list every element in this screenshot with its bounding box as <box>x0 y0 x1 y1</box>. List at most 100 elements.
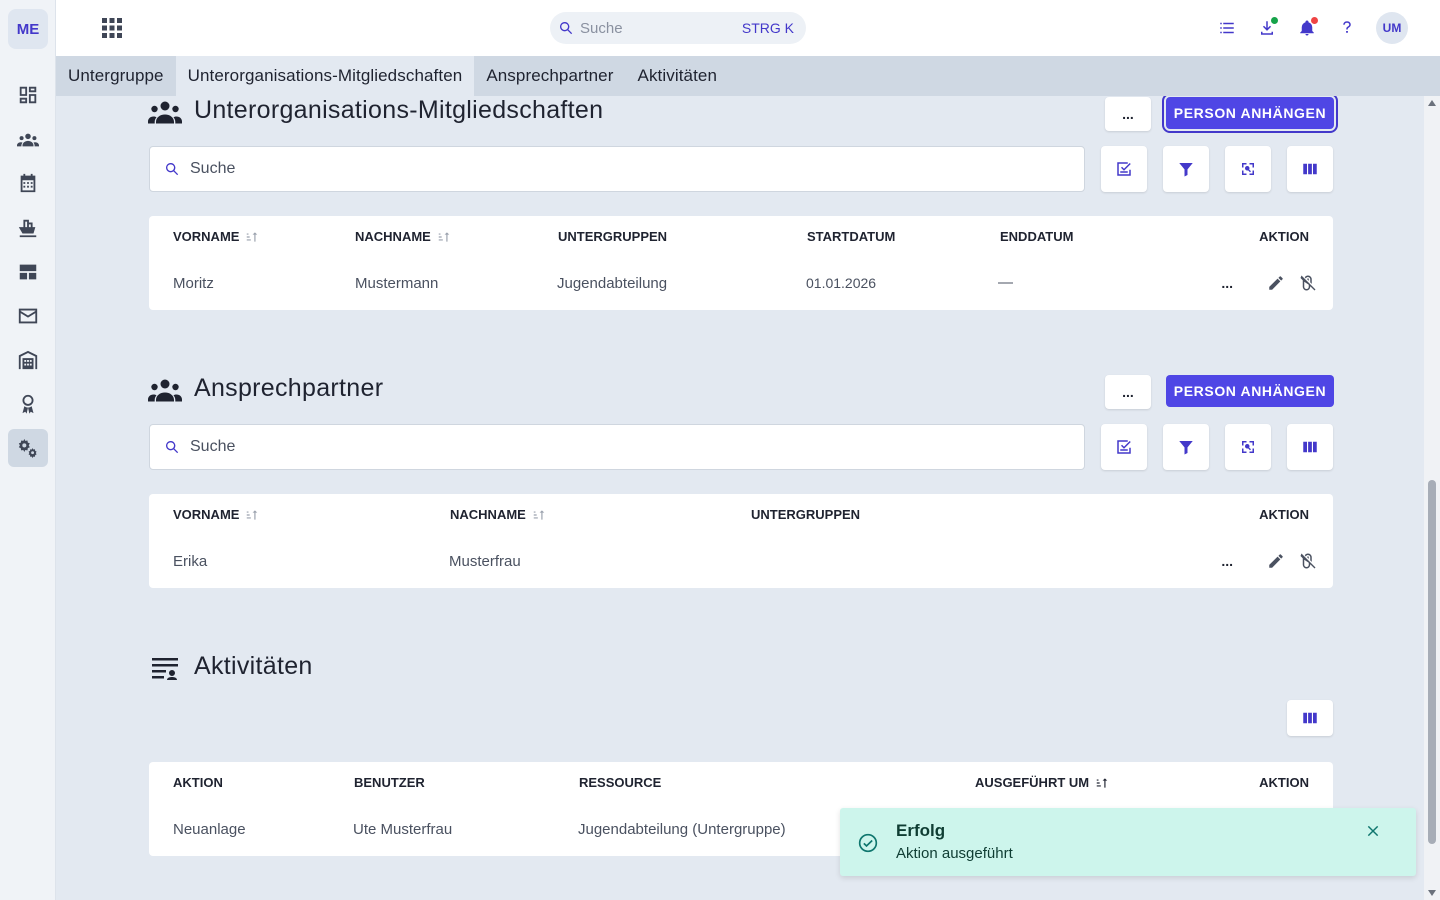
apps-grid-icon[interactable] <box>100 16 124 40</box>
cell-ressource: Jugendabteilung (Untergruppe) <box>578 821 786 838</box>
table-icon <box>19 264 37 280</box>
filter-icon <box>1179 441 1193 455</box>
columns-icon <box>1303 163 1317 175</box>
memberships-search-placeholder: Suche <box>190 160 236 177</box>
row-actions: ... <box>1221 552 1317 570</box>
cell-nachname: Musterfrau <box>449 553 521 570</box>
scroll-down-arrow[interactable] <box>1428 890 1436 896</box>
cell-startdatum: 01.01.2026 <box>806 275 877 291</box>
contacts-search-input[interactable]: Suche <box>149 424 1085 470</box>
downloads-indicator <box>1271 17 1278 24</box>
memberships-view-button[interactable] <box>1225 146 1271 192</box>
col-aktion: AKTION <box>1259 229 1309 244</box>
sidebar-item-ship[interactable] <box>8 209 48 247</box>
row-actions: ... <box>1221 274 1317 292</box>
list-button[interactable] <box>1216 17 1238 39</box>
sidebar-item-calendar[interactable] <box>8 164 48 202</box>
sidebar-item-mail[interactable] <box>8 297 48 335</box>
check-circle-icon <box>858 833 878 853</box>
calendar-icon <box>20 173 36 193</box>
contacts-attach-person-button[interactable]: PERSON ANHÄNGEN <box>1166 375 1334 407</box>
tab-ansprechpartner[interactable]: Ansprechpartner <box>474 56 625 96</box>
contacts-columns-button[interactable] <box>1287 424 1333 470</box>
topbar: Suche STRG K UM <box>56 0 1440 56</box>
topbar-actions: UM <box>1216 12 1408 44</box>
col-vorname[interactable]: VORNAME <box>173 507 259 522</box>
notifications-button[interactable] <box>1296 17 1318 39</box>
memberships-select-button[interactable] <box>1101 146 1147 192</box>
edit-icon[interactable] <box>1267 552 1285 570</box>
sidebar-item-people[interactable] <box>8 121 48 159</box>
cell-aktion: Neuanlage <box>173 821 246 838</box>
help-button[interactable] <box>1336 17 1358 39</box>
sidebar-item-dashboard[interactable] <box>8 76 48 114</box>
tab-untergruppe[interactable]: Untergruppe <box>56 56 176 96</box>
sidebar: ME <box>0 0 56 900</box>
filter-icon <box>1179 163 1193 177</box>
contacts-table: VORNAME NACHNAME UNTERGRUPPEN AKTION Eri… <box>149 494 1333 588</box>
downloads-button[interactable] <box>1256 17 1278 39</box>
memberships-columns-button[interactable] <box>1287 146 1333 192</box>
col-nachname[interactable]: NACHNAME <box>355 229 451 244</box>
global-search-input[interactable]: Suche STRG K <box>550 12 806 44</box>
col-nachname[interactable]: NACHNAME <box>450 507 546 522</box>
sidebar-item-award[interactable] <box>8 385 48 423</box>
group-icon <box>148 379 182 401</box>
sidebar-item-settings[interactable] <box>8 429 48 467</box>
page-scrollbar[interactable] <box>1424 96 1440 900</box>
success-toast: Erfolg Aktion ausgeführt <box>840 808 1416 876</box>
contacts-section-title: Ansprechpartner <box>148 374 383 403</box>
col-vorname[interactable]: VORNAME <box>173 229 259 244</box>
memberships-filter-button[interactable] <box>1163 146 1209 192</box>
scroll-up-arrow[interactable] <box>1428 100 1436 106</box>
activity-list-icon <box>152 657 178 680</box>
memberships-more-button[interactable]: ... <box>1105 97 1151 131</box>
contacts-search-placeholder: Suche <box>190 438 236 455</box>
toast-title: Erfolg <box>896 821 946 840</box>
sidebar-item-table[interactable] <box>8 253 48 291</box>
sort-icon <box>438 231 450 242</box>
col-enddatum: ENDDATUM <box>1000 229 1074 244</box>
columns-icon <box>1303 712 1317 724</box>
detach-icon[interactable] <box>1299 552 1317 570</box>
col-ressource: RESSOURCE <box>579 775 662 790</box>
memberships-attach-person-button[interactable]: PERSON ANHÄNGEN <box>1162 96 1338 133</box>
sort-icon <box>247 231 258 242</box>
focus-view-icon <box>1242 441 1254 453</box>
contacts-more-button[interactable]: ... <box>1105 375 1151 409</box>
row-more-button[interactable]: ... <box>1221 553 1233 569</box>
memberships-section-title: Unterorganisations-Mitgliedschaften <box>148 96 603 125</box>
contacts-view-button[interactable] <box>1225 424 1271 470</box>
row-more-button[interactable]: ... <box>1221 275 1233 291</box>
sidebar-item-warehouse[interactable] <box>8 341 48 379</box>
col-aktion-2: AKTION <box>1259 775 1309 790</box>
activities-columns-button[interactable] <box>1287 700 1333 736</box>
mail-icon <box>18 308 38 324</box>
contacts-select-button[interactable] <box>1101 424 1147 470</box>
dashboard-icon <box>19 86 37 104</box>
scroll-thumb[interactable] <box>1428 480 1436 844</box>
col-startdatum: STARTDATUM <box>807 229 896 244</box>
tab-aktivitaeten[interactable]: Aktivitäten <box>626 56 730 96</box>
cell-nachname: Mustermann <box>355 275 439 292</box>
main-content: Unterorganisations-Mitgliedschaften ... … <box>56 96 1424 900</box>
user-avatar[interactable]: UM <box>1376 12 1408 44</box>
group-icon <box>148 101 182 123</box>
contacts-filter-button[interactable] <box>1163 424 1209 470</box>
edit-icon[interactable] <box>1267 274 1285 292</box>
notifications-indicator <box>1311 17 1318 24</box>
col-aktion: AKTION <box>1259 507 1309 522</box>
list-icon <box>1220 22 1234 34</box>
close-icon[interactable] <box>1366 824 1380 838</box>
detach-icon[interactable] <box>1299 274 1317 292</box>
col-ausgefuehrt-um[interactable]: AUSGEFÜHRT UM <box>975 775 1109 790</box>
columns-icon <box>1303 441 1317 453</box>
ship-icon <box>18 219 37 238</box>
award-icon <box>22 394 34 414</box>
app-logo[interactable]: ME <box>8 9 48 49</box>
help-icon <box>1343 21 1351 33</box>
cell-benutzer: Ute Musterfrau <box>353 821 453 838</box>
memberships-search-input[interactable]: Suche <box>149 146 1085 192</box>
sort-icon <box>533 509 545 520</box>
tab-unterorganisations-mitgliedschaften[interactable]: Unterorganisations-Mitgliedschaften <box>175 56 475 96</box>
